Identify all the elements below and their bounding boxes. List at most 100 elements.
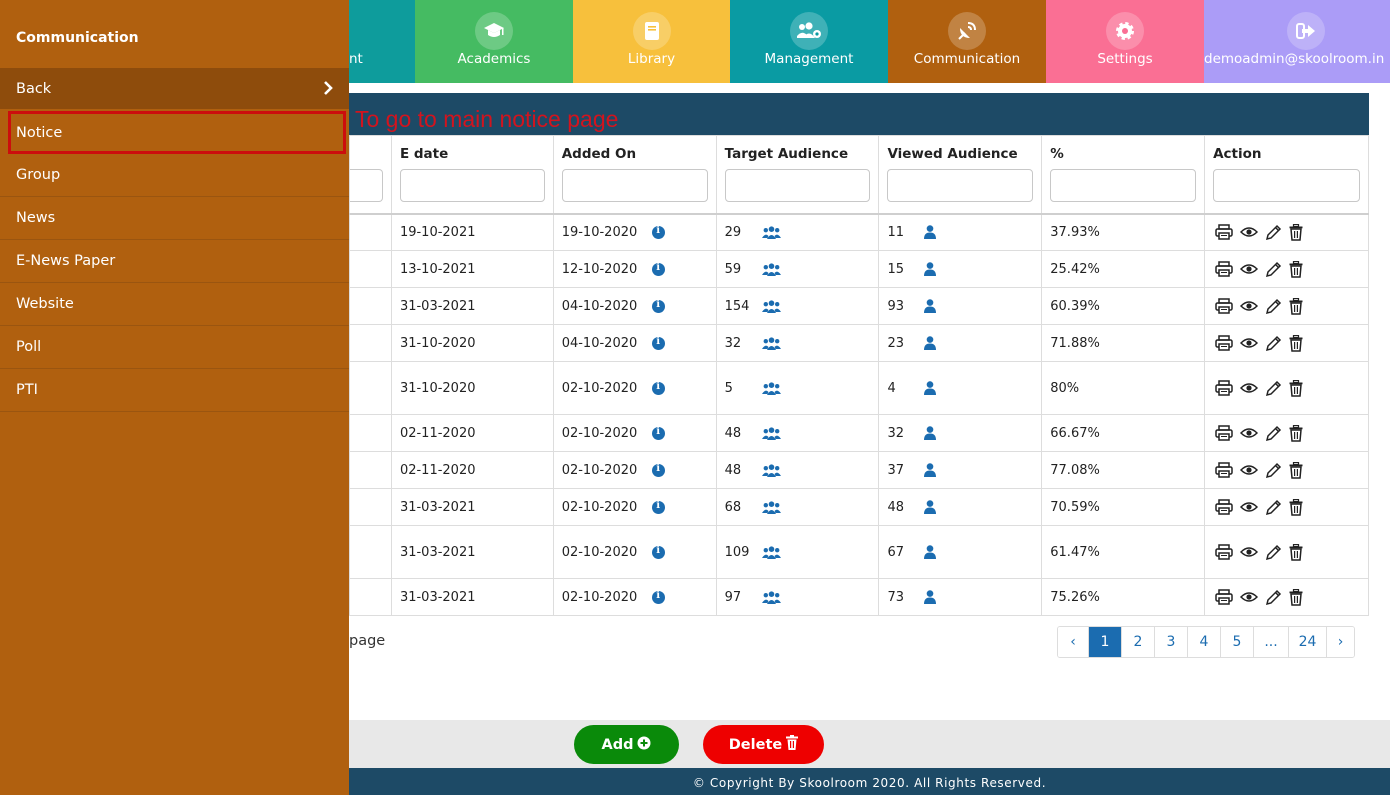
print-icon[interactable] — [1215, 261, 1233, 277]
edit-pencil-icon[interactable] — [1265, 544, 1282, 561]
nav-tile-library[interactable]: Library — [573, 0, 730, 83]
nav-tile-settings[interactable]: Settings — [1046, 0, 1204, 83]
trash-icon[interactable] — [1289, 223, 1303, 241]
user-icon[interactable] — [924, 299, 937, 313]
sidebar-back-button[interactable]: Back — [0, 68, 349, 109]
print-icon[interactable] — [1215, 298, 1233, 314]
eye-icon[interactable] — [1240, 263, 1259, 275]
edit-pencil-icon[interactable] — [1265, 224, 1282, 241]
filter-input-action[interactable] — [1213, 169, 1360, 202]
info-icon[interactable] — [651, 426, 665, 440]
page-button-2[interactable]: 2 — [1121, 627, 1154, 657]
filter-input-added-on[interactable] — [561, 169, 708, 202]
users-group-icon[interactable] — [761, 226, 781, 239]
edit-pencil-icon[interactable] — [1265, 261, 1282, 278]
page-prev-button[interactable]: ‹ — [1058, 627, 1088, 657]
user-icon[interactable] — [924, 426, 937, 440]
users-group-icon[interactable] — [762, 299, 782, 313]
eye-icon[interactable] — [1240, 337, 1259, 349]
eye-icon[interactable] — [1240, 226, 1259, 238]
user-icon[interactable] — [924, 500, 937, 514]
page-next-button[interactable]: › — [1326, 627, 1354, 657]
eye-icon[interactable] — [1240, 501, 1259, 513]
sidebar-item-notice[interactable]: Notice — [8, 111, 346, 154]
users-group-icon[interactable] — [761, 463, 781, 477]
page-button-24[interactable]: 24 — [1288, 627, 1326, 657]
filter-input-target[interactable] — [724, 169, 871, 202]
nav-tile-academics[interactable]: Academics — [415, 0, 573, 83]
filter-input-viewed[interactable] — [887, 169, 1034, 202]
eye-icon[interactable] — [1240, 591, 1259, 603]
print-icon[interactable] — [1215, 462, 1233, 478]
filter-input-edate[interactable] — [399, 169, 545, 202]
edit-pencil-icon[interactable] — [1265, 380, 1282, 397]
filter-input-percent[interactable] — [1050, 169, 1197, 202]
trash-icon[interactable] — [1289, 498, 1303, 516]
users-group-icon[interactable] — [761, 426, 781, 440]
print-icon[interactable] — [1215, 425, 1233, 441]
trash-icon[interactable] — [1289, 543, 1303, 561]
users-group-icon[interactable] — [761, 500, 781, 514]
sidebar-item-e-news-paper[interactable]: E-News Paper — [0, 240, 349, 283]
page-button-1[interactable]: 1 — [1088, 627, 1121, 657]
info-icon[interactable] — [651, 336, 665, 350]
sidebar-item-news[interactable]: News — [0, 197, 349, 240]
page-button-3[interactable]: 3 — [1154, 627, 1187, 657]
nav-tile-partial[interactable]: nt — [349, 0, 415, 83]
users-group-icon[interactable] — [761, 262, 781, 276]
info-icon[interactable] — [651, 299, 665, 313]
eye-icon[interactable] — [1240, 427, 1259, 439]
nav-tile-communication[interactable]: Communication — [888, 0, 1046, 83]
users-group-icon[interactable] — [761, 381, 781, 395]
users-group-icon[interactable] — [761, 336, 781, 350]
nav-tile-account[interactable]: demoadmin@skoolroom.in — [1204, 0, 1390, 83]
nav-tile-management[interactable]: Management — [730, 0, 888, 83]
eye-icon[interactable] — [1240, 382, 1259, 394]
page-button-4[interactable]: 4 — [1187, 627, 1220, 657]
trash-icon[interactable] — [1289, 588, 1303, 606]
user-icon[interactable] — [924, 590, 937, 604]
sidebar-item-poll[interactable]: Poll — [0, 326, 349, 369]
page-button-5[interactable]: 5 — [1220, 627, 1253, 657]
trash-icon[interactable] — [1289, 297, 1303, 315]
print-icon[interactable] — [1215, 224, 1233, 240]
print-icon[interactable] — [1215, 499, 1233, 515]
print-icon[interactable] — [1215, 335, 1233, 351]
users-group-icon[interactable] — [761, 590, 781, 604]
info-icon[interactable] — [651, 590, 665, 604]
delete-button[interactable]: Delete — [703, 725, 824, 764]
trash-icon[interactable] — [1289, 379, 1303, 397]
info-icon[interactable] — [651, 545, 665, 559]
trash-icon[interactable] — [1289, 461, 1303, 479]
trash-icon[interactable] — [1289, 260, 1303, 278]
edit-pencil-icon[interactable] — [1265, 335, 1282, 352]
trash-icon[interactable] — [1289, 424, 1303, 442]
sidebar-item-pti[interactable]: PTI — [0, 369, 349, 412]
user-icon[interactable] — [924, 225, 937, 240]
user-icon[interactable] — [924, 262, 937, 276]
print-icon[interactable] — [1215, 544, 1233, 560]
edit-pencil-icon[interactable] — [1265, 589, 1282, 606]
eye-icon[interactable] — [1240, 546, 1259, 558]
edit-pencil-icon[interactable] — [1265, 425, 1282, 442]
edit-pencil-icon[interactable] — [1265, 462, 1282, 479]
info-icon[interactable] — [651, 262, 665, 276]
trash-icon[interactable] — [1289, 334, 1303, 352]
user-icon[interactable] — [924, 336, 937, 350]
eye-icon[interactable] — [1240, 300, 1259, 312]
info-icon[interactable] — [651, 381, 665, 395]
sidebar-item-website[interactable]: Website — [0, 283, 349, 326]
info-icon[interactable] — [651, 463, 665, 477]
sidebar-item-group[interactable]: Group — [0, 154, 349, 197]
edit-pencil-icon[interactable] — [1265, 499, 1282, 516]
user-icon[interactable] — [924, 381, 937, 395]
user-icon[interactable] — [924, 545, 937, 559]
add-button[interactable]: Add — [574, 725, 679, 764]
info-icon[interactable] — [651, 225, 665, 239]
print-icon[interactable] — [1215, 380, 1233, 396]
info-icon[interactable] — [651, 500, 665, 514]
filter-input-hidden[interactable] — [350, 169, 383, 202]
user-icon[interactable] — [924, 463, 937, 477]
edit-pencil-icon[interactable] — [1265, 298, 1282, 315]
eye-icon[interactable] — [1240, 464, 1259, 476]
